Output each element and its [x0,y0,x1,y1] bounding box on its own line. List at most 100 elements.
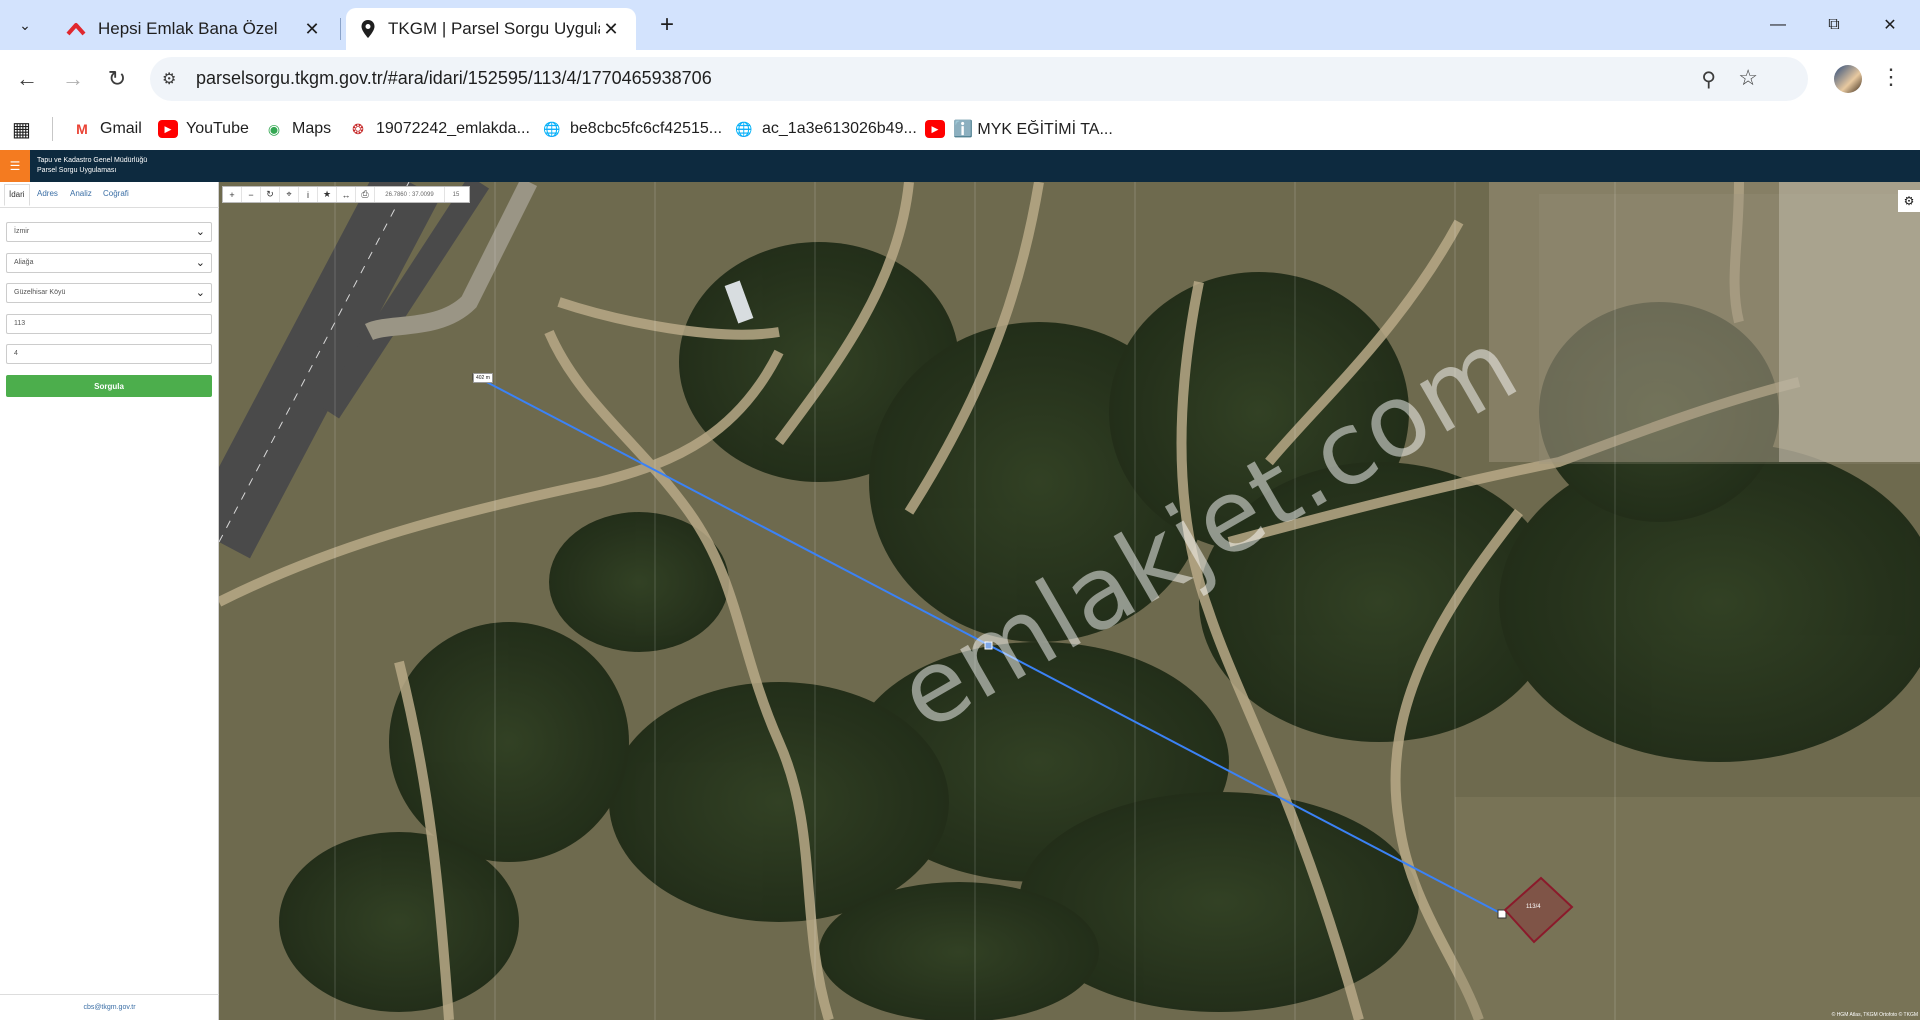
maps-icon: ◉ [267,120,281,137]
hamburger-menu-button[interactable]: ☰ [0,150,30,182]
bookmark-maps[interactable]: ◉ Maps [264,116,331,142]
bookmark-label: YouTube [186,120,249,137]
reload-icon: ↻ [107,66,127,91]
gmail-icon: M [76,121,88,137]
zoom-in-button[interactable]: + [223,187,242,202]
url-text: parselsorgu.tkgm.gov.tr/#ara/idari/15259… [196,68,712,88]
close-icon[interactable]: ✕ [301,19,323,40]
map-attribution: © HGM Atlas, TKGM Ortofoto © TKGM [1831,1012,1918,1018]
neighborhood-value: Güzelhisar Köyü [14,289,66,296]
bookmark-label: Gmail [100,120,142,137]
forward-button[interactable]: → [56,62,90,96]
satellite-map[interactable]: emlakjet.com 402 m 113/4 + − ↻ ⌖ i ★ ↔ ⎙… [219,182,1920,1020]
bookmark-label: be8cbc5fc6cf42515... [570,120,723,137]
query-button[interactable]: Sorgula [6,375,212,397]
neighborhood-select[interactable]: Güzelhisar Köyü ⌄ [6,283,212,303]
tab-cografi[interactable]: Coğrafi [103,189,129,198]
hepsiemlak-logo-icon [66,23,86,36]
zoom-icon[interactable]: ⚲ [1701,67,1716,92]
parcel-input[interactable]: 4 [6,344,212,364]
seal-icon: ❂ [352,120,364,137]
map-settings-button[interactable]: ⚙ [1898,190,1920,212]
tab-hepsiemlak[interactable]: Hepsi Emlak Bana Özel ✕ [52,8,337,50]
new-tab-button[interactable]: + [652,10,682,40]
chevron-down-icon: ⌄ [195,287,205,299]
block-input[interactable]: 113 [6,314,212,334]
tab-idari[interactable]: İdari [4,184,30,206]
contact-email-link[interactable]: cbs@tkgm.gov.tr [0,994,219,1020]
bookmark-ac1a3e[interactable]: 🌐 ac_1a3e613026b49... [734,116,917,142]
print-button[interactable]: ⎙ [356,187,375,202]
info-button[interactable]: i [299,187,318,202]
youtube-icon: ▶ [158,120,178,138]
globe-icon: 🌐 [735,120,753,137]
tab-analiz[interactable]: Analiz [70,189,92,198]
block-value: 113 [14,320,26,327]
plus-icon: + [229,189,235,200]
app-title-line2: Parsel Sorgu Uygulaması [37,167,117,174]
browser-menu-icon[interactable]: ⋮ [1880,64,1902,90]
youtube-icon: ▶ [925,120,945,138]
bookmark-emlakda[interactable]: ❂ 19072242_emlakda... [348,116,530,142]
apps-grid-icon: ▦ [12,118,31,141]
minimize-button[interactable]: — [1750,0,1806,50]
bookmark-be8cbc[interactable]: 🌐 be8cbc5fc6cf42515... [542,116,722,142]
parcel-value: 4 [14,350,18,357]
close-icon: ✕ [1883,17,1897,34]
plus-icon: + [659,11,674,38]
province-select[interactable]: İzmir ⌄ [6,222,212,242]
bookmarks-separator [52,117,53,141]
gear-icon: ⚙ [1903,194,1915,208]
bookmark-youtube[interactable]: ▶ YouTube [158,116,249,142]
tab-title: TKGM | Parsel Sorgu Uygulaması [388,19,600,38]
close-icon[interactable]: ✕ [600,19,622,40]
hamburger-icon: ☰ [9,159,21,173]
tab-search-button[interactable]: ⌄ [10,10,40,40]
map-toolbar: + − ↻ ⌖ i ★ ↔ ⎙ 26.7860 : 37.0099 15 [222,186,470,203]
refresh-icon: ↻ [266,189,274,199]
restore-icon: ⧉ [1828,16,1840,33]
address-bar[interactable]: ⚙ parselsorgu.tkgm.gov.tr/#ara/idari/152… [150,57,1808,101]
map-pin-icon [361,20,375,38]
app-title-line1: Tapu ve Kadastro Genel Müdürlüğü [37,157,148,164]
browser-toolbar: ← → ↻ ⚙ parselsorgu.tkgm.gov.tr/#ara/ida… [0,50,1920,108]
star-icon: ★ [322,189,332,199]
measure-button[interactable]: ↔ [337,187,356,202]
district-select[interactable]: Aliağa ⌄ [6,253,212,273]
arrow-right-icon: → [62,66,84,91]
bookmarks-bar: ▦ M Gmail ▶ YouTube ◉ Maps ❂ 19072242_em… [0,108,1920,150]
app-header: ☰ Tapu ve Kadastro Genel Müdürlüğü Parse… [0,150,1920,182]
bookmark-myk[interactable]: ▶ ℹ️ MYK EĞİTİMİ TA... [925,116,1113,142]
tab-title: Hepsi Emlak Bana Özel [98,19,278,38]
bookmark-gmail[interactable]: M Gmail [72,116,142,142]
restore-button[interactable]: ⧉ [1806,0,1862,50]
close-window-button[interactable]: ✕ [1862,0,1918,50]
zoom-out-button[interactable]: − [242,187,261,202]
back-button[interactable]: ← [10,62,44,96]
site-settings-icon[interactable]: ⚙ [162,69,176,89]
refresh-button[interactable]: ↻ [261,187,280,202]
bookmark-star-icon[interactable]: ☆ [1738,65,1758,91]
reload-button[interactable]: ↻ [100,62,134,96]
sidebar-tabs: İdari Adres Analiz Coğrafi [0,182,219,208]
bookmark-label: ℹ️ MYK EĞİTİMİ TA... [953,121,1113,138]
profile-avatar[interactable] [1834,65,1862,93]
apps-button[interactable]: ▦ [12,116,31,142]
locate-button[interactable]: ⌖ [280,187,299,202]
favorite-button[interactable]: ★ [318,187,337,202]
bookmark-label: ac_1a3e613026b49... [762,120,917,137]
minus-icon: − [248,189,254,200]
province-value: İzmir [14,228,30,235]
bookmark-label: Maps [292,120,332,137]
tab-adres[interactable]: Adres [37,189,58,198]
coordinate-readout: 26.7860 : 37.0099 [375,187,445,202]
app-title: Tapu ve Kadastro Genel Müdürlüğü Parsel … [37,156,147,176]
ruler-icon: ↔ [341,189,351,200]
query-sidebar: İdari Adres Analiz Coğrafi İzmir ⌄ Aliağ… [0,182,219,1020]
zoom-level: 15 [452,191,460,198]
crosshair-icon: ⌖ [286,189,292,199]
tab-divider [340,18,341,40]
tab-strip: ⌄ Hepsi Emlak Bana Özel ✕ TKGM | Parsel … [0,0,1920,50]
chevron-down-icon: ⌄ [195,257,205,269]
tab-tkgm[interactable]: TKGM | Parsel Sorgu Uygulaması ✕ [346,8,636,50]
